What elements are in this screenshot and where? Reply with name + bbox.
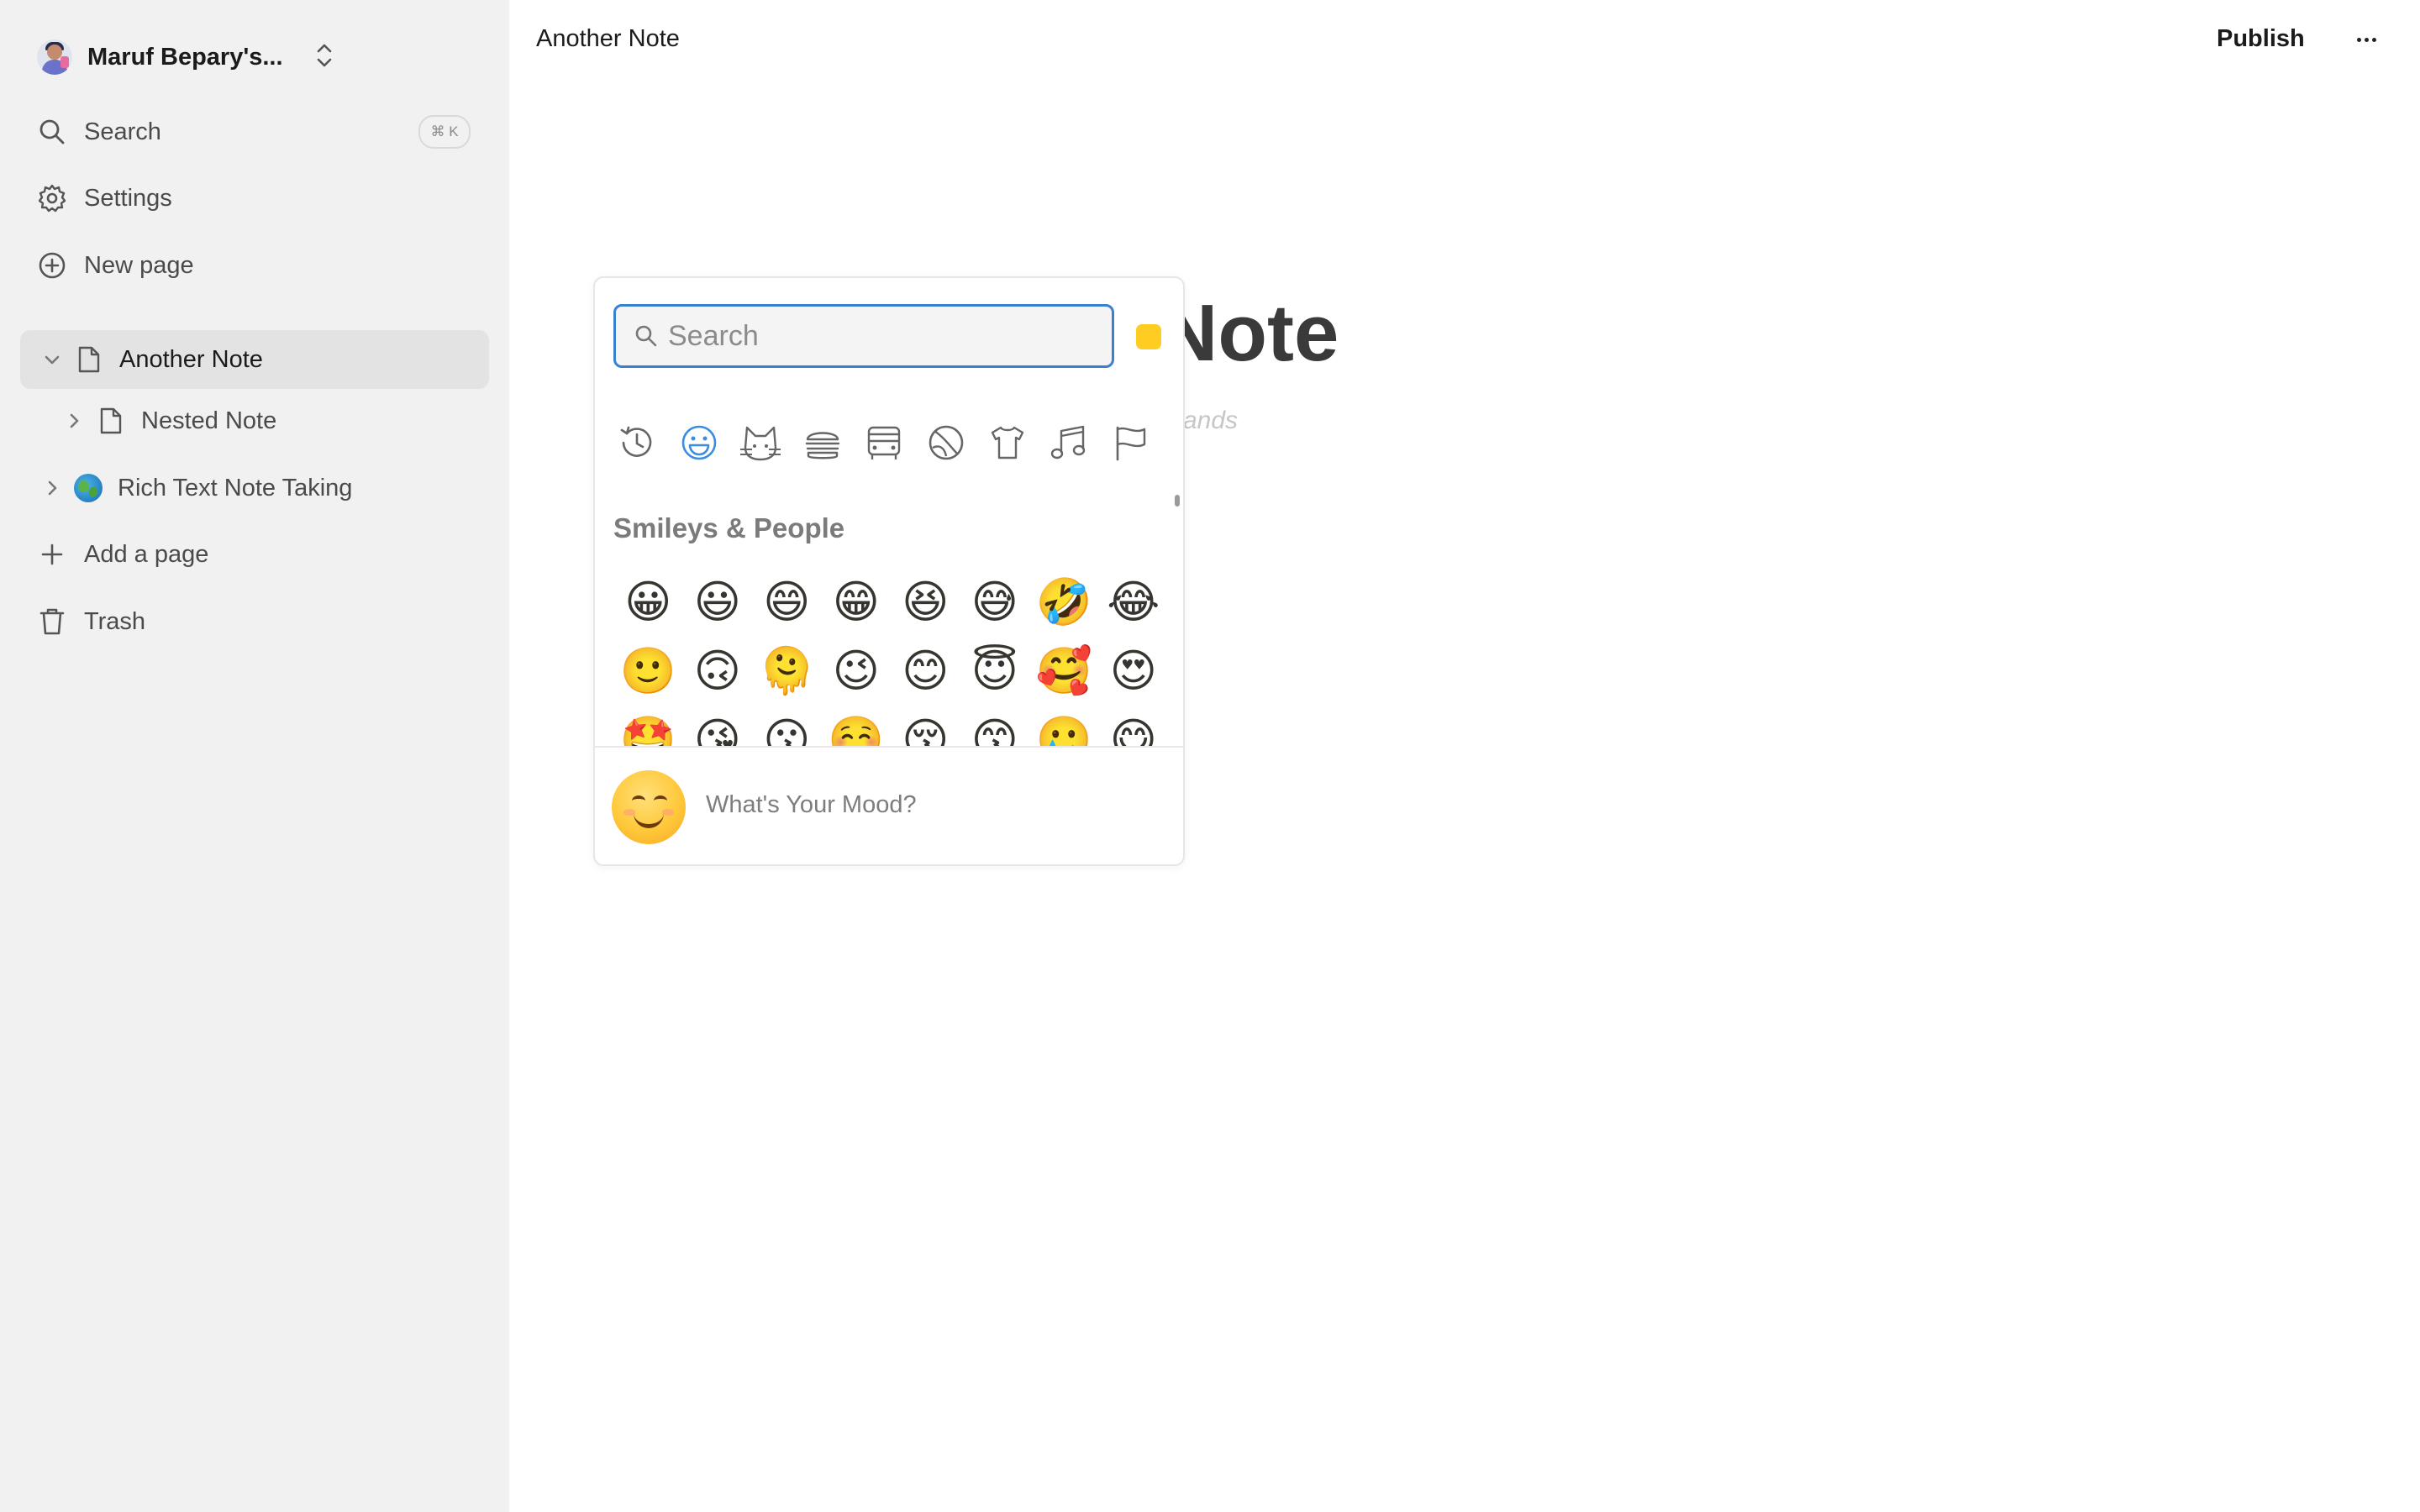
trash-label: Trash: [84, 607, 146, 635]
workspace-switcher[interactable]: Maruf Bepary's...: [37, 37, 335, 77]
globe-icon: [74, 474, 103, 502]
emoji-section-title: Smileys & People: [613, 512, 845, 543]
sidebar-item-label: Rich Text Note Taking: [118, 474, 353, 501]
chevron-right-icon[interactable]: [62, 409, 86, 433]
emoji-cell[interactable]: 🥰: [1029, 637, 1099, 706]
publish-button[interactable]: Publish: [2217, 25, 2305, 53]
settings-label: Settings: [84, 184, 172, 212]
symbols-icon[interactable]: [1048, 421, 1092, 465]
chevron-up-down-icon: [313, 41, 335, 74]
emoji-cell[interactable]: 🤩: [613, 706, 683, 746]
emoji-cell[interactable]: 🙂: [613, 637, 683, 706]
avatar: [37, 39, 72, 75]
emoji-cell[interactable]: 😂: [1099, 568, 1169, 637]
sidebar-item-nested-note[interactable]: Nested Note: [62, 391, 276, 450]
objects-icon[interactable]: [986, 421, 1029, 465]
sidebar-item-label: Nested Note: [141, 407, 277, 434]
page-icon: [74, 344, 104, 375]
emoji-category-bar: [615, 421, 1153, 463]
emoji-cell[interactable]: 😘: [683, 706, 753, 746]
scrollbar-thumb[interactable]: [1175, 495, 1180, 507]
trash-icon: [37, 606, 67, 637]
emoji-search-input[interactable]: [666, 318, 1090, 354]
smileys-icon[interactable]: [677, 421, 721, 465]
emoji-cell[interactable]: 🙃: [683, 637, 753, 706]
smiling-face-preview-icon: [612, 770, 686, 844]
emoji-cell[interactable]: 😚: [891, 706, 960, 746]
search-icon: [634, 323, 660, 349]
flags-icon[interactable]: [1109, 421, 1153, 465]
breadcrumb[interactable]: Another Note: [536, 25, 680, 53]
food-icon[interactable]: [801, 421, 844, 465]
skin-tone-selector[interactable]: [1136, 324, 1161, 349]
keyboard-shortcut-badge: ⌘ K: [418, 115, 471, 149]
emoji-cell[interactable]: 😄: [752, 568, 822, 637]
emoji-cell[interactable]: 🤣: [1029, 568, 1099, 637]
emoji-cell[interactable]: 😅: [960, 568, 1030, 637]
sidebar-item-label: Another Note: [119, 345, 263, 373]
page-title[interactable]: Note: [1160, 287, 1339, 380]
emoji-cell[interactable]: 😊: [891, 637, 960, 706]
chevron-down-icon[interactable]: [40, 348, 64, 371]
settings-nav[interactable]: Settings: [37, 177, 172, 219]
emoji-cell[interactable]: 😙: [960, 706, 1030, 746]
page-icon: [96, 406, 126, 436]
emoji-cell[interactable]: 🫠: [752, 637, 822, 706]
sidebar-item-another-note[interactable]: Another Note: [20, 330, 489, 389]
search-nav[interactable]: Search: [37, 111, 161, 153]
search-icon: [37, 117, 67, 147]
recent-icon[interactable]: [615, 421, 659, 465]
plus-circle-icon: [37, 250, 67, 281]
trash-nav[interactable]: Trash: [37, 601, 145, 643]
gear-icon: [37, 183, 67, 213]
search-label: Search: [84, 118, 161, 145]
emoji-search-box[interactable]: [613, 304, 1114, 368]
workspace-name: Maruf Bepary's...: [87, 43, 283, 71]
page-placeholder[interactable]: ands: [1183, 407, 1238, 435]
emoji-cell[interactable]: 😃: [683, 568, 753, 637]
emoji-cell[interactable]: 😇: [960, 637, 1030, 706]
chevron-right-icon[interactable]: [40, 476, 64, 500]
emoji-cell[interactable]: 😗: [752, 706, 822, 746]
emoji-cell[interactable]: 😋: [1099, 706, 1169, 746]
add-page-label: Add a page: [84, 540, 209, 568]
emoji-cell[interactable]: 🥲: [1029, 706, 1099, 746]
animals-icon[interactable]: [739, 421, 782, 465]
mood-prompt: What's Your Mood?: [706, 791, 917, 818]
more-options-icon[interactable]: [2353, 27, 2380, 52]
sidebar: Maruf Bepary's... Search ⌘ K Settings Ne…: [0, 0, 509, 1512]
activities-icon[interactable]: [924, 421, 968, 465]
emoji-picker: Smileys & People 😀😃😄😁😆😅🤣😂 🙂🙃🫠😉😊😇🥰😍 🤩😘😗☺️😚😙…: [593, 276, 1185, 866]
emoji-cell[interactable]: ☺️: [822, 706, 892, 746]
emoji-cell[interactable]: 😍: [1099, 637, 1169, 706]
new-page-nav[interactable]: New page: [37, 244, 194, 286]
emoji-cell[interactable]: 😁: [822, 568, 892, 637]
new-page-label: New page: [84, 251, 194, 279]
emoji-grid: 😀 😃 😄 😁 😆 😅 🤣 😂 🙂 🙃 🫠 😉 😊 😇 🥰 😍 🤩 😘 😗 ☺️ 😚 😙 🥲 😋: [613, 568, 1168, 746]
plus-icon: [37, 539, 67, 570]
add-page-nav[interactable]: Add a page: [37, 533, 208, 575]
emoji-cell[interactable]: 😀: [613, 568, 683, 637]
picker-divider: [595, 746, 1183, 748]
emoji-cell[interactable]: 😉: [822, 637, 892, 706]
emoji-cell[interactable]: 😆: [891, 568, 960, 637]
sidebar-item-rich-text-note-taking[interactable]: Rich Text Note Taking: [40, 459, 352, 517]
travel-icon[interactable]: [862, 421, 906, 465]
